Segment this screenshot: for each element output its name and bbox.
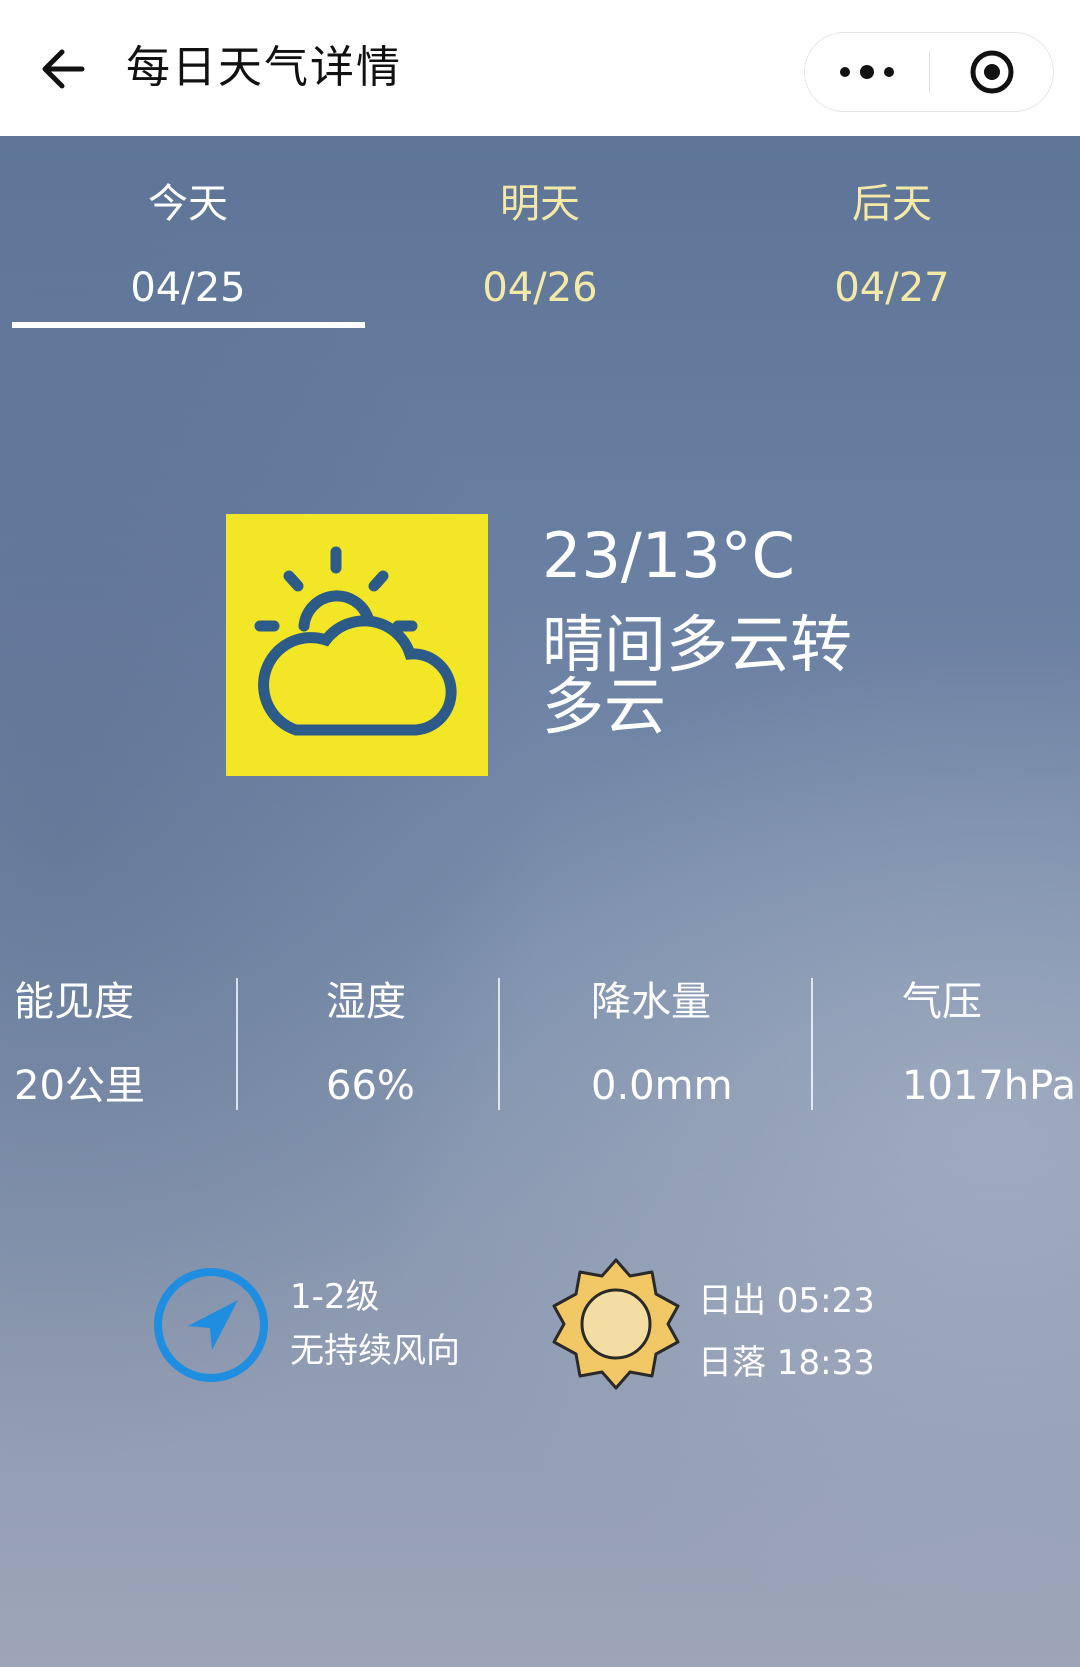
- stat-value: 1017hPa: [902, 1063, 1076, 1109]
- tab-date-label: 04/26: [482, 265, 598, 311]
- weather-icon-tile: [226, 514, 488, 776]
- wind-info: 1-2级 无持续风向: [290, 1270, 460, 1378]
- tab-tomorrow[interactable]: 明天 04/26: [364, 176, 716, 316]
- sun-icon: [552, 1258, 680, 1390]
- close-button[interactable]: [930, 33, 1054, 111]
- stat-label: 湿度: [326, 979, 406, 1025]
- stat-label: 降水量: [591, 979, 711, 1025]
- active-tab-indicator: [12, 322, 365, 328]
- stat-divider: [236, 978, 238, 1110]
- back-arrow-icon: [42, 49, 85, 89]
- sunset-time: 日落 18:33: [698, 1343, 875, 1383]
- sun-times: 日出 05:23 日落 18:33: [698, 1270, 875, 1394]
- wind-direction-icon: [154, 1268, 268, 1382]
- tab-date-label: 04/27: [834, 265, 950, 311]
- partly-cloudy-icon: [254, 546, 457, 736]
- stat-label: 能见度: [14, 979, 134, 1025]
- stat-visibility: 能见度 20公里: [14, 974, 145, 1114]
- more-dots-icon: [840, 65, 894, 79]
- tab-day-after-tomorrow[interactable]: 后天 04/27: [716, 176, 1068, 316]
- weather-condition: 晴间多云转多云: [542, 608, 853, 743]
- stat-value: 20公里: [14, 1063, 145, 1109]
- stat-divider: [811, 978, 813, 1110]
- back-button[interactable]: [36, 42, 90, 96]
- weather-panel: 今天 04/25 明天 04/26 后天 04/27 23/13°C 晴间多云转…: [0, 136, 1080, 1667]
- stat-value: 66%: [326, 1063, 415, 1109]
- stat-value: 0.0mm: [591, 1063, 733, 1109]
- stat-precipitation: 降水量 0.0mm: [591, 974, 733, 1114]
- more-button[interactable]: [805, 33, 929, 111]
- navigation-bar: 每日天气详情: [0, 0, 1080, 136]
- tab-day-label: 后天: [852, 181, 932, 227]
- stat-humidity: 湿度 66%: [326, 974, 415, 1114]
- stat-pressure: 气压 1017hPa: [902, 974, 1076, 1114]
- close-target-icon: [970, 50, 1014, 94]
- temperature-range: 23/13°C: [542, 519, 795, 592]
- wind-direction: 无持续风向: [290, 1331, 460, 1371]
- stat-label: 气压: [902, 979, 982, 1025]
- mini-program-capsule: [804, 32, 1054, 112]
- tab-today[interactable]: 今天 04/25: [12, 176, 364, 316]
- sunrise-time: 日出 05:23: [698, 1281, 875, 1321]
- stat-divider: [498, 978, 500, 1110]
- wind-level: 1-2级: [290, 1277, 380, 1317]
- tab-day-label: 明天: [500, 181, 580, 227]
- tab-day-label: 今天: [148, 181, 228, 227]
- tab-date-label: 04/25: [130, 265, 246, 311]
- page-title: 每日天气详情: [126, 42, 402, 93]
